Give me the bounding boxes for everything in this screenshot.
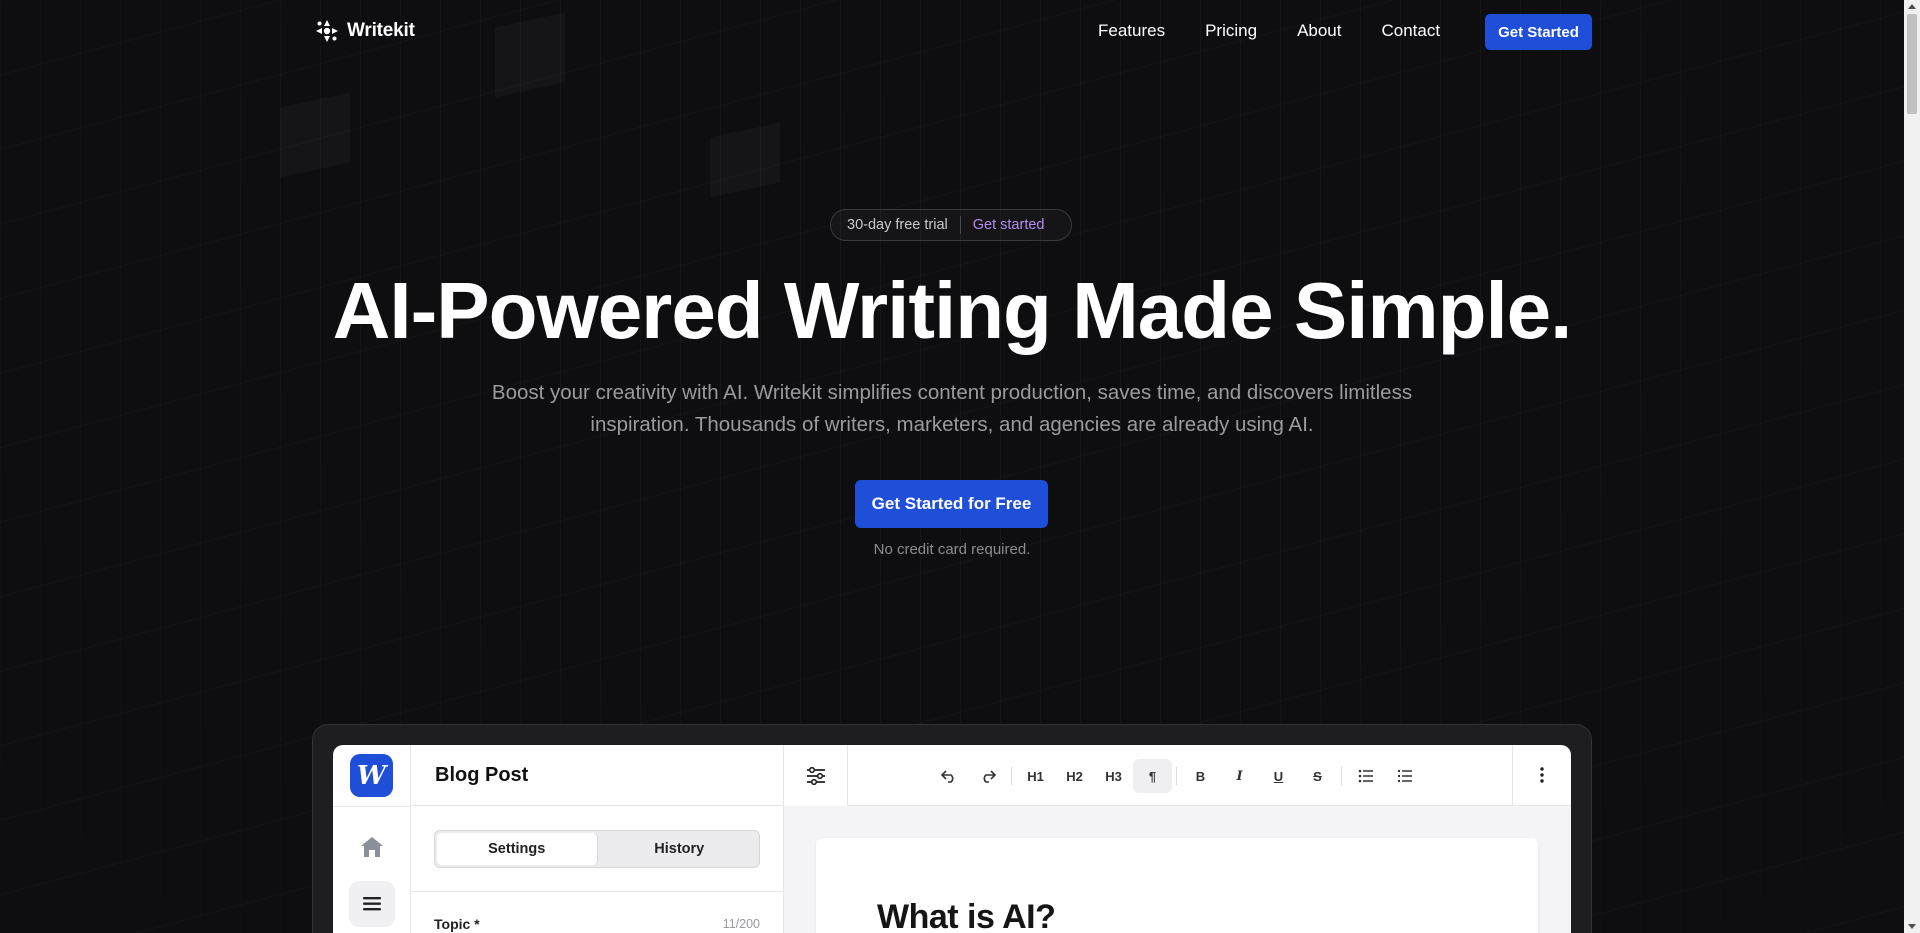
trial-badge-divider [959,216,961,234]
bullet-list-icon[interactable] [1346,759,1385,793]
panel-title: Blog Post [435,763,529,786]
trial-badge-link[interactable]: Get started [973,217,1045,233]
redo-icon[interactable] [968,759,1007,793]
trial-badge[interactable]: 30-day free trial Get started [830,209,1072,241]
home-icon[interactable] [358,835,386,859]
panel-tabs: Settings History [434,830,760,868]
panel-header: Blog Post [411,745,783,806]
background-tile [280,93,350,178]
scrollbar-thumb[interactable] [1907,14,1917,114]
nav-link-pricing[interactable]: Pricing [1205,21,1257,41]
paragraph-button[interactable]: ¶ [1133,759,1172,793]
more-vertical-icon[interactable] [1513,745,1571,806]
hero-title: AI-Powered Writing Made Simple. [332,266,1573,355]
nav-get-started-button[interactable]: Get Started [1485,14,1592,50]
page-scrollbar[interactable] [1904,0,1920,933]
nav-link-about[interactable]: About [1297,21,1341,41]
nav-link-contact[interactable]: Contact [1382,21,1441,41]
get-started-free-button[interactable]: Get Started for Free [855,480,1048,528]
scroll-down-icon[interactable] [1908,924,1916,929]
trial-badge-text: 30-day free trial [847,217,948,233]
panel-divider [411,891,784,892]
bold-button[interactable]: B [1181,759,1220,793]
brand-logo-icon [315,19,339,43]
background-tile [710,123,780,198]
tab-settings[interactable]: Settings [437,833,598,865]
document-page[interactable]: What is AI? [816,838,1538,933]
heading-2-button[interactable]: H2 [1055,759,1094,793]
top-nav: Writekit Features Pricing About Contact … [0,0,1904,64]
toolbar-buttons: H1 H2 H3 ¶ B I U S [929,759,1424,793]
app-preview: W Blog Post Settings History Topic * 11/… [333,745,1571,933]
hero-subtitle: Boost your creativity with AI. Writekit … [491,381,1413,436]
toolbar-divider [1341,767,1342,785]
app-sidebar-rail: W [333,745,411,933]
no-credit-card-note: No credit card required. [873,541,1031,558]
topic-char-count: 11/200 [722,917,760,931]
strikethrough-button[interactable]: S [1298,759,1337,793]
toolbar-divider [1176,767,1177,785]
brand-name: Writekit [347,20,415,41]
sliders-icon[interactable] [784,745,848,806]
document-icon[interactable] [349,881,395,927]
rail-divider [333,806,411,807]
toolbar-divider [1011,767,1012,785]
editor-toolbar: H1 H2 H3 ¶ B I U S [848,745,1513,806]
heading-1-button[interactable]: H1 [1016,759,1055,793]
nav-link-features[interactable]: Features [1098,21,1165,41]
scroll-up-icon[interactable] [1908,4,1916,9]
document-heading[interactable]: What is AI? [877,898,1056,933]
tab-history[interactable]: History [600,831,760,867]
numbered-list-icon[interactable] [1385,759,1424,793]
topic-label: Topic * [434,916,480,932]
brand-logo[interactable]: Writekit [315,19,415,43]
italic-button[interactable]: I [1220,759,1259,793]
nav-links: Features Pricing About Contact [1098,21,1440,41]
underline-button[interactable]: U [1259,759,1298,793]
undo-icon[interactable] [929,759,968,793]
app-logo[interactable]: W [350,754,393,797]
settings-panel: Blog Post Settings History Topic * 11/20… [411,745,784,933]
heading-3-button[interactable]: H3 [1094,759,1133,793]
